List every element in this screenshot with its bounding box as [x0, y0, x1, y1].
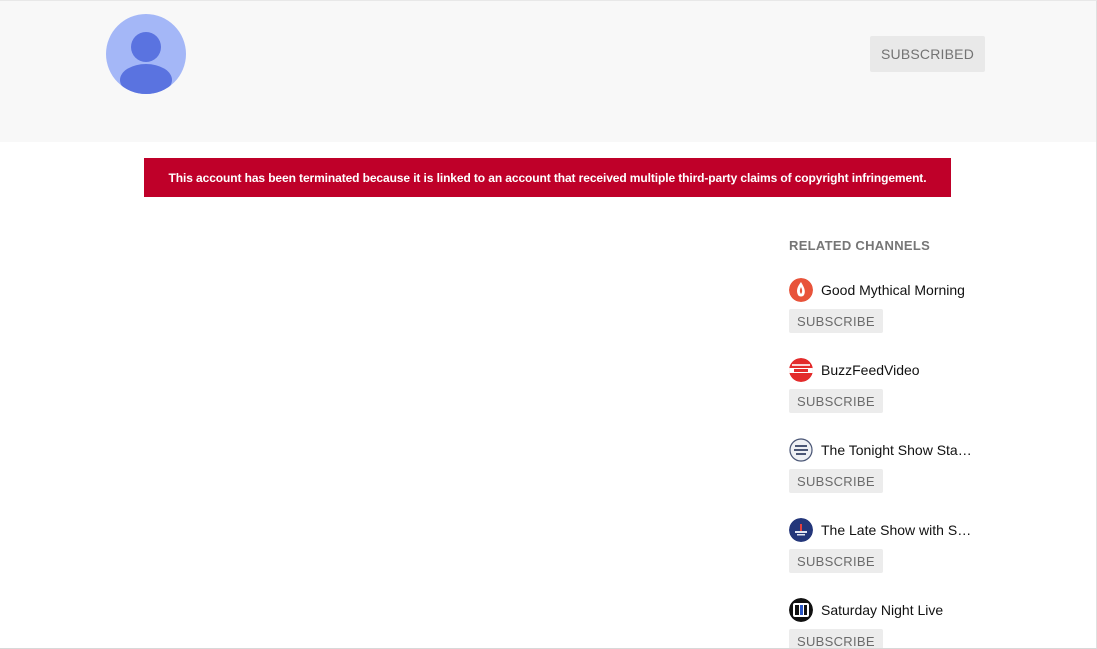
subscribe-button[interactable]: SUBSCRIBE	[789, 389, 883, 413]
related-channels-heading: RELATED CHANNELS	[789, 238, 931, 253]
subscribed-button[interactable]: SUBSCRIBED	[870, 36, 985, 72]
channel-name-link[interactable]: Good Mythical Morning	[821, 282, 965, 298]
related-channels-section: RELATED CHANNELS Good Mythical Morning S…	[789, 237, 1089, 648]
related-channel-item: The Late Show with Stephen Colbert SUBSC…	[789, 517, 1089, 597]
related-channel-item: Saturday Night Live SUBSCRIBE	[789, 597, 1089, 648]
channel-name-link[interactable]: BuzzFeedVideo	[821, 362, 920, 378]
tonight-show-logo-icon[interactable]	[789, 438, 813, 462]
channel-header: SUBSCRIBED	[0, 1, 1096, 142]
subscribe-button[interactable]: SUBSCRIBE	[789, 629, 883, 648]
related-channel-item: BuzzFeedVideo SUBSCRIBE	[789, 357, 1089, 437]
subscribe-button[interactable]: SUBSCRIBE	[789, 309, 883, 333]
buzzfeed-video-logo-icon[interactable]	[789, 358, 813, 382]
late-show-logo-icon[interactable]	[789, 518, 813, 542]
channel-name-link[interactable]: The Late Show with Stephen Colbert	[821, 522, 973, 538]
channel-name-link[interactable]: Saturday Night Live	[821, 602, 943, 618]
related-channel-item: Good Mythical Morning SUBSCRIBE	[789, 277, 1089, 357]
snl-logo-icon[interactable]	[789, 598, 813, 622]
subscribe-button[interactable]: SUBSCRIBE	[789, 469, 883, 493]
default-user-avatar-icon[interactable]	[106, 14, 186, 94]
related-channels-list: Good Mythical Morning SUBSCRIBE BuzzFeed…	[789, 277, 1089, 648]
related-channel-item: The Tonight Show Starring Jimmy Fallon S…	[789, 437, 1089, 517]
banner-message: This account has been terminated because…	[168, 170, 927, 185]
channel-page: SUBSCRIBED This account has been termina…	[0, 0, 1097, 649]
good-mythical-morning-logo-icon[interactable]	[789, 278, 813, 302]
channel-name-link[interactable]: The Tonight Show Starring Jimmy Fallon	[821, 442, 973, 458]
account-terminated-banner: This account has been terminated because…	[144, 158, 951, 197]
subscribe-button[interactable]: SUBSCRIBE	[789, 549, 883, 573]
